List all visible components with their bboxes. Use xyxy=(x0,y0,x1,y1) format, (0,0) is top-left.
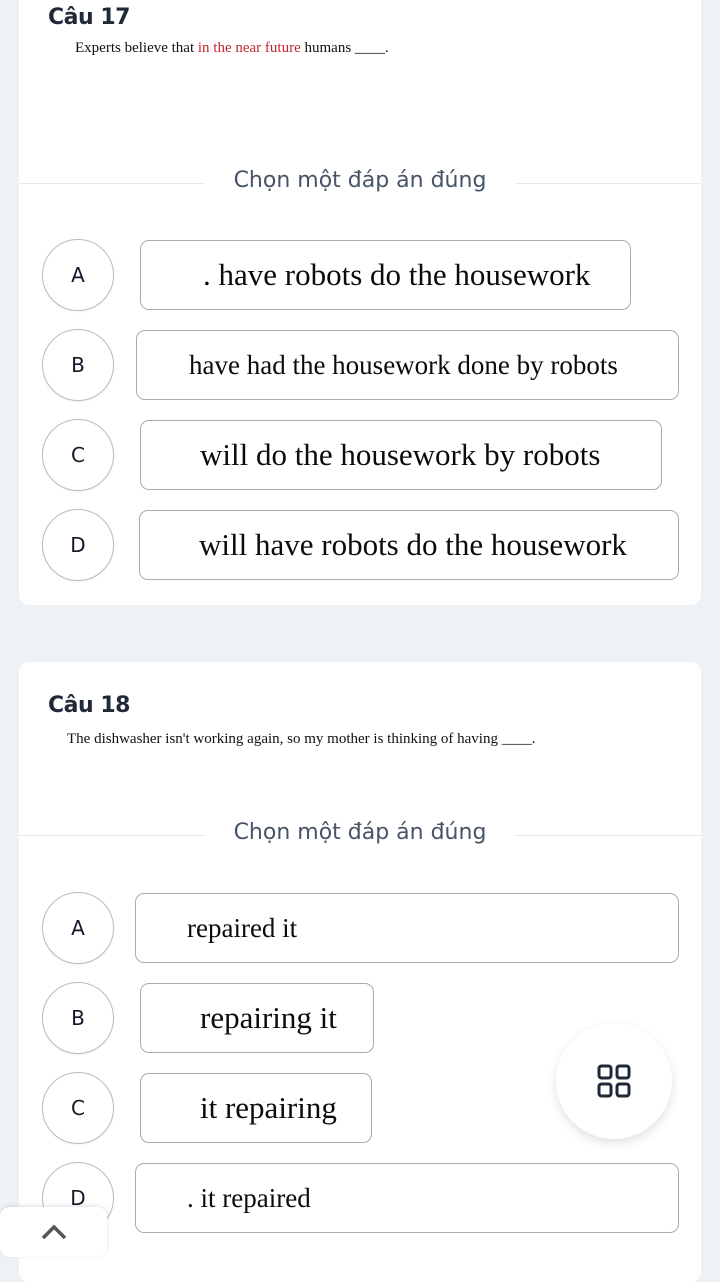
question-title: Câu 18 xyxy=(48,693,130,718)
option-b-button[interactable]: B xyxy=(42,329,114,401)
option-a-answer[interactable]: . have robots do the housework xyxy=(140,240,631,310)
question-text: The dishwasher isn't working again, so m… xyxy=(67,731,536,747)
question-card-18: Câu 18 The dishwasher isn't working agai… xyxy=(19,662,701,1282)
option-b-button[interactable]: B xyxy=(42,982,114,1054)
choose-label-text: Chọn một đáp án đúng xyxy=(203,168,517,193)
grid-icon xyxy=(597,1064,631,1098)
question-grid-button[interactable] xyxy=(556,1023,672,1139)
option-b-answer[interactable]: have had the housework done by robots xyxy=(136,330,679,400)
option-c-answer[interactable]: it repairing xyxy=(140,1073,372,1143)
option-c-button[interactable]: C xyxy=(42,1072,114,1144)
option-a-answer[interactable]: repaired it xyxy=(135,893,679,963)
question-card-17: Câu 17 Experts believe that in the near … xyxy=(19,0,701,605)
option-a-button[interactable]: A xyxy=(42,239,114,311)
option-a-button[interactable]: A xyxy=(42,892,114,964)
choose-one-answer-label: Chọn một đáp án đúng xyxy=(19,168,701,193)
question-text-part: humans ____. xyxy=(300,40,389,56)
option-d-answer[interactable]: . it repaired xyxy=(135,1163,679,1233)
scroll-up-button[interactable] xyxy=(0,1207,107,1257)
option-d-button[interactable]: D xyxy=(42,509,114,581)
question-title: Câu 17 xyxy=(48,5,130,30)
question-text: Experts believe that in the near future … xyxy=(75,40,389,57)
option-c-button[interactable]: C xyxy=(42,419,114,491)
choose-label-text: Chọn một đáp án đúng xyxy=(203,820,517,845)
choose-one-answer-label: Chọn một đáp án đúng xyxy=(19,820,701,845)
option-c-answer[interactable]: will do the housework by robots xyxy=(140,420,662,490)
option-b-answer[interactable]: repairing it xyxy=(140,983,374,1053)
chevron-up-icon xyxy=(41,1224,66,1240)
question-text-highlight: in the near future xyxy=(197,40,301,56)
question-text-part: Experts believe that xyxy=(75,40,198,56)
option-d-answer[interactable]: will have robots do the housework xyxy=(139,510,679,580)
